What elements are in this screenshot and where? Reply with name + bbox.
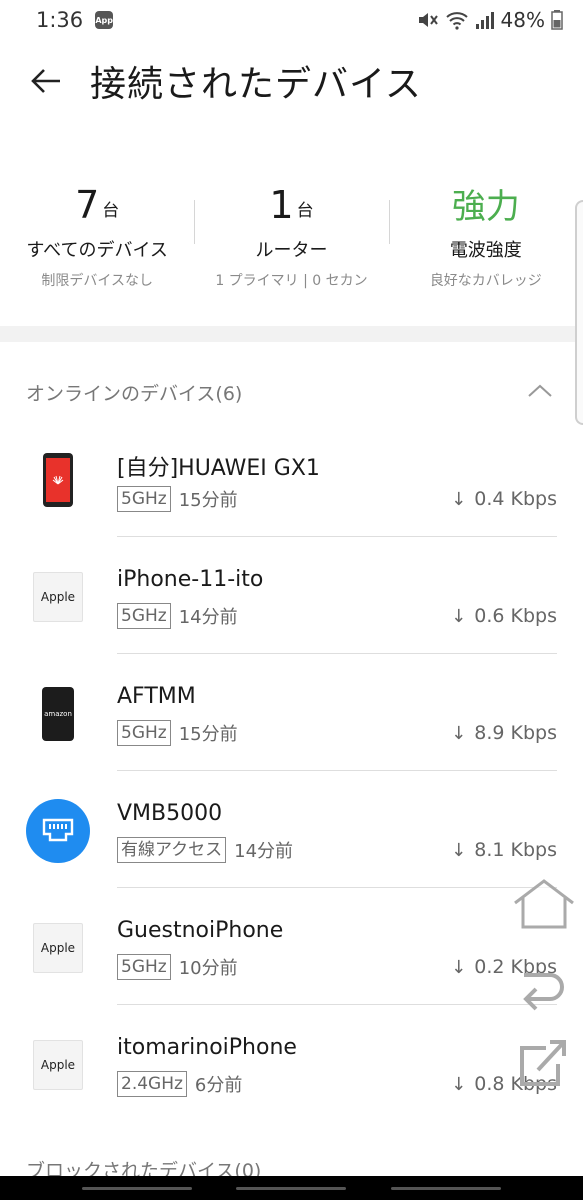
device-name: iPhone-11-ito (117, 567, 264, 592)
download-speed: 8.9 Kbps (474, 722, 557, 744)
page-title: 接続されたデバイス (90, 64, 422, 105)
download-speed: 0.6 Kbps (474, 605, 557, 627)
chevron-up-icon[interactable] (527, 380, 553, 402)
download-speed: 8.1 Kbps (474, 839, 557, 861)
summary-router[interactable]: 1 台 ルーター 1 プライマリ | 0 セカン (194, 160, 388, 290)
device-row[interactable]: Apple itomarinoiPhone 2.4GHz 6分前 ↓ 0.8 Kb… (0, 1005, 583, 1122)
online-devices-title: オンラインのデバイス(6) (26, 382, 243, 405)
share-icon (520, 1040, 566, 1086)
nav-home-button[interactable] (236, 1186, 347, 1190)
edge-panel-handle[interactable] (575, 200, 583, 425)
share-floating-button[interactable] (511, 1034, 577, 1090)
band-badge: 5GHz (117, 720, 171, 746)
last-seen: 15分前 (178, 724, 238, 745)
device-name: itomarinoiPhone (117, 1035, 297, 1060)
device-name: VMB5000 (117, 801, 223, 826)
status-bar: 1:36 App 48% (0, 0, 583, 40)
device-row[interactable]: Apple iPhone-11-ito 5GHz 14分前 ↓ 0.6 Kbps (0, 537, 583, 654)
device-row[interactable]: [自分]HUAWEI GX1 5GHz 15分前 ↓ 0.4 Kbps (0, 420, 583, 537)
arrow-left-icon (31, 69, 60, 93)
battery-icon (551, 10, 563, 30)
last-seen: 14分前 (234, 841, 294, 862)
signal-strength-label: 電波強度 (449, 240, 522, 261)
all-devices-unit: 台 (102, 201, 120, 221)
signal-icon (475, 12, 494, 29)
arrow-down-icon: ↓ (451, 488, 467, 510)
band-badge: 5GHz (117, 603, 171, 629)
nav-recent-button[interactable] (82, 1186, 193, 1190)
arrow-down-icon: ↓ (451, 605, 467, 627)
device-row[interactable]: Apple GuestnoiPhone 5GHz 10分前 ↓ 0.2 Kbps (0, 888, 583, 1005)
nav-back-button[interactable] (390, 1186, 501, 1190)
apple-icon: Apple (26, 565, 90, 629)
amazon-tablet-icon: amazon (26, 682, 90, 746)
arrow-down-icon: ↓ (451, 722, 467, 744)
arrow-down-icon: ↓ (451, 1073, 467, 1095)
device-row[interactable]: VMB5000 有線アクセス 14分前 ↓ 8.1 Kbps (0, 771, 583, 888)
last-seen: 6分前 (194, 1075, 243, 1096)
system-navigation-bar (0, 1176, 583, 1200)
router-unit: 台 (296, 201, 314, 221)
battery-percent: 48% (500, 8, 545, 32)
all-devices-sub: 制限デバイスなし (41, 273, 153, 289)
arrow-down-icon: ↓ (451, 839, 467, 861)
mute-icon (418, 13, 438, 27)
router-count: 1 (269, 183, 294, 227)
arrow-down-icon: ↓ (451, 956, 467, 978)
back-button[interactable] (16, 51, 76, 111)
signal-strength-sub: 良好なカバレッジ (429, 273, 542, 289)
status-time: 1:36 (36, 8, 84, 32)
last-seen: 14分前 (178, 607, 238, 628)
undo-icon (523, 973, 564, 1011)
summary-all-devices[interactable]: 7 台 すべてのデバイス 制限デバイスなし (0, 160, 194, 290)
online-devices-header[interactable]: オンラインのデバイス(6) (0, 370, 583, 414)
band-badge: 2.4GHz (117, 1071, 187, 1097)
section-divider (0, 326, 583, 342)
router-sub: 1 プライマリ | 0 セカン (215, 273, 368, 289)
router-label: ルーター (255, 240, 328, 261)
download-speed: 0.4 Kbps (474, 488, 557, 510)
last-seen: 10分前 (178, 958, 238, 979)
device-row[interactable]: amazon AFTMM 5GHz 15分前 ↓ 8.9 Kbps (0, 654, 583, 771)
device-name: [自分]HUAWEI GX1 (117, 456, 320, 481)
huawei-phone-icon (26, 448, 90, 512)
ethernet-icon (26, 799, 90, 863)
band-badge: 有線アクセス (117, 837, 227, 863)
home-floating-button[interactable] (511, 876, 577, 932)
wifi-icon (445, 12, 468, 30)
band-badge: 5GHz (117, 954, 171, 980)
summary-panel: 7 台 すべてのデバイス 制限デバイスなし 1 台 ルーター 1 プライマリ |… (0, 160, 583, 290)
apple-icon: Apple (26, 1033, 90, 1097)
app-bar: 接続されたデバイス (0, 50, 583, 112)
device-name: AFTMM (117, 684, 196, 709)
home-icon (514, 879, 574, 929)
all-devices-label: すべてのデバイス (26, 240, 168, 261)
device-list: [自分]HUAWEI GX1 5GHz 15分前 ↓ 0.4 Kbps Apple… (0, 420, 583, 1122)
signal-strength-value: 強力 (451, 187, 520, 227)
all-devices-count: 7 (75, 183, 100, 227)
undo-floating-button[interactable] (511, 962, 577, 1018)
status-icons: 48% (417, 8, 563, 32)
device-name: GuestnoiPhone (117, 918, 284, 943)
summary-signal[interactable]: 強力 電波強度 良好なカバレッジ (388, 160, 583, 290)
apple-icon: Apple (26, 916, 90, 980)
last-seen: 15分前 (178, 490, 238, 511)
app-notification-icon: App (95, 11, 114, 29)
band-badge: 5GHz (117, 486, 171, 512)
